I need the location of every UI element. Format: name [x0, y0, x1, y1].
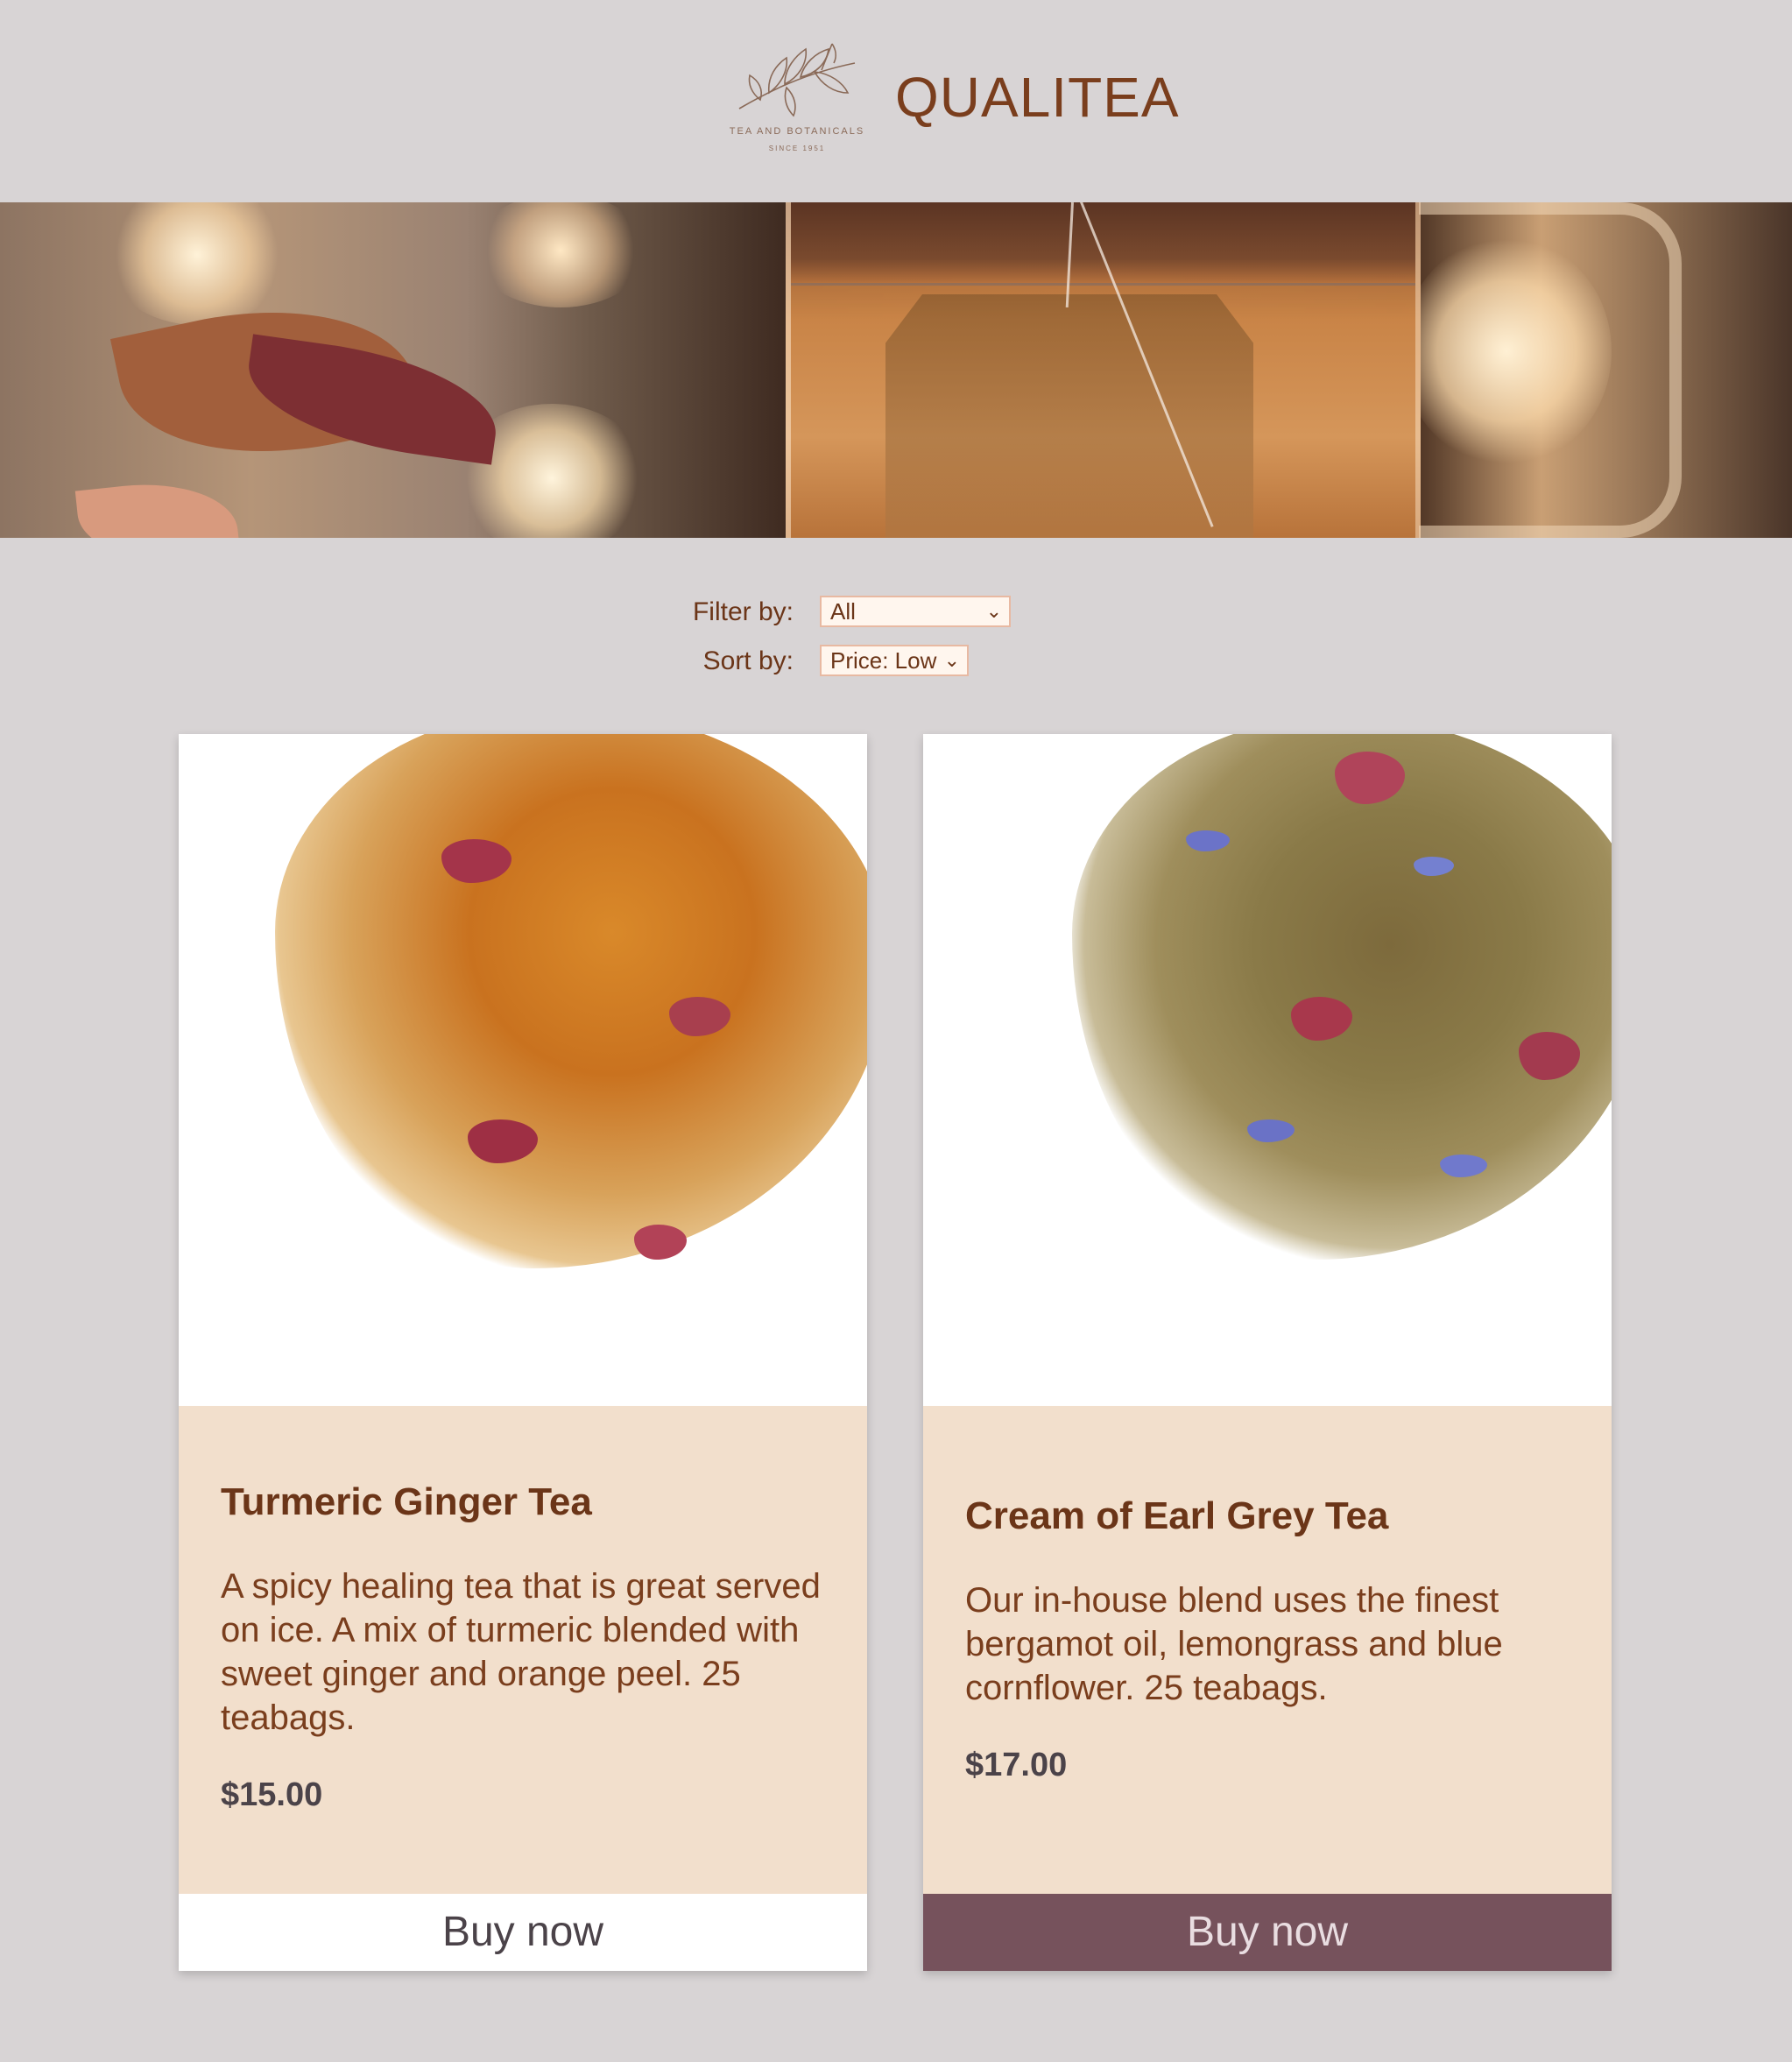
product-card: Turmeric Ginger Tea A spicy healing tea …: [179, 734, 867, 1971]
product-image: [179, 734, 867, 1406]
chevron-down-icon: ⌄: [943, 649, 960, 671]
product-description: Our in-house blend uses the finest berga…: [965, 1581, 1503, 1707]
hero-light-bokeh: [105, 202, 289, 325]
filter-select[interactable]: All ⌄: [820, 596, 1011, 627]
tea-petals: [634, 1225, 687, 1260]
site-header: TEA AND BOTANICALS SINCE 1951 QUALITEA: [0, 0, 1792, 202]
sort-label: Sort by:: [702, 646, 794, 675]
logo-since: SINCE 1951: [768, 145, 826, 152]
filter-select-value: All: [830, 598, 856, 625]
product-name[interactable]: Turmeric Ginger Tea: [221, 1480, 592, 1524]
brand-name[interactable]: QUALITEA: [895, 65, 1180, 130]
hero-image: [0, 202, 1792, 538]
sort-select-value: Price: Low: [830, 647, 937, 674]
buy-now-button[interactable]: Buy now: [923, 1894, 1612, 1971]
hero-mug-rim: [791, 202, 1415, 286]
tea-pile: [1072, 734, 1612, 1260]
hero-teabag: [885, 294, 1253, 538]
product-price: $17.00: [965, 1747, 1068, 1783]
chevron-down-icon: ⌄: [985, 600, 1002, 622]
filter-label: Filter by:: [692, 597, 794, 626]
brand-logo[interactable]: TEA AND BOTANICALS SINCE 1951: [727, 39, 867, 158]
hero-light-bokeh: [473, 202, 648, 307]
sort-select[interactable]: Price: Low ⌄: [820, 645, 969, 676]
buy-now-button[interactable]: Buy now: [179, 1894, 867, 1971]
product-price: $15.00: [221, 1776, 323, 1813]
tea-branch-icon: [738, 43, 856, 117]
product-card: Cream of Earl Grey Tea Our in-house blen…: [923, 734, 1612, 1971]
tea-pile: [275, 734, 867, 1268]
hero-autumn-leaf: [74, 474, 241, 538]
product-description: A spicy healing tea that is great served…: [221, 1567, 821, 1737]
hero-tea-mug: [786, 202, 1421, 538]
logo-tagline: TEA AND BOTANICALS: [729, 126, 865, 137]
product-image: [923, 734, 1612, 1406]
hero-mug-handle: [1419, 202, 1682, 538]
product-name[interactable]: Cream of Earl Grey Tea: [965, 1494, 1388, 1538]
